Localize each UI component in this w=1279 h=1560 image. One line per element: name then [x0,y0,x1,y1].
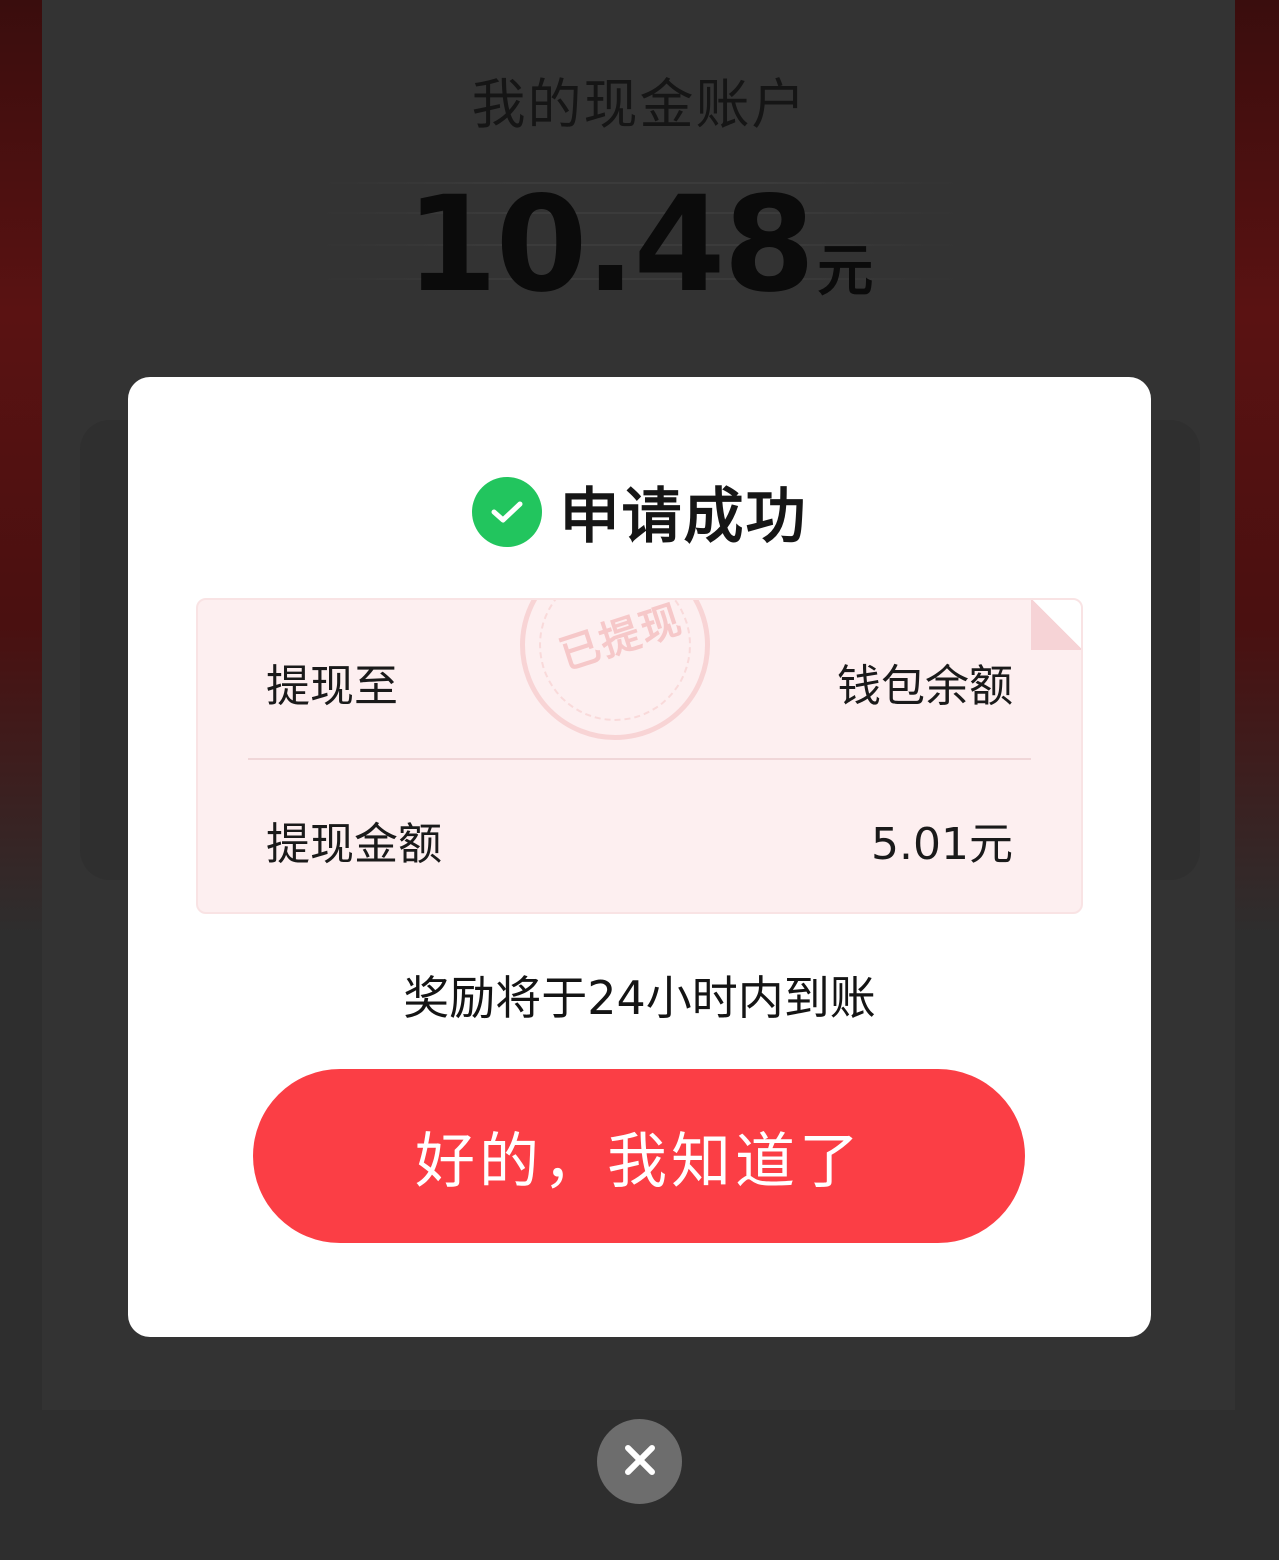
balance-value: 10.48 [405,168,816,322]
receipt-row-amount: 提现金额 5.01元 [266,808,1013,872]
receipt-label: 提现至 [266,661,398,712]
receipt-row-destination: 提现至 钱包余额 [266,650,1013,714]
receipt-divider [248,758,1031,760]
check-circle-icon [471,476,542,547]
close-dialog-button[interactable] [597,1419,682,1504]
receipt-label: 提现金额 [266,819,442,870]
close-icon [623,1443,657,1481]
account-balance: 10.48元 [0,168,1279,322]
dialog-header: 申请成功 [0,468,1279,555]
dialog-title: 申请成功 [559,482,808,552]
receipt-folded-corner [1031,600,1081,650]
ok-got-it-button[interactable]: 好的，我知道了 [253,1069,1025,1243]
account-title: 我的现金账户 [471,73,808,136]
arrival-notice: 奖励将于24小时内到账 [403,971,876,1025]
withdrawal-receipt: 已提现 提现至 钱包余额 提现金额 5.01元 [196,598,1083,914]
receipt-value: 5.01元 [871,819,1013,870]
receipt-value: 钱包余额 [837,661,1013,712]
balance-unit: 元 [817,239,874,304]
